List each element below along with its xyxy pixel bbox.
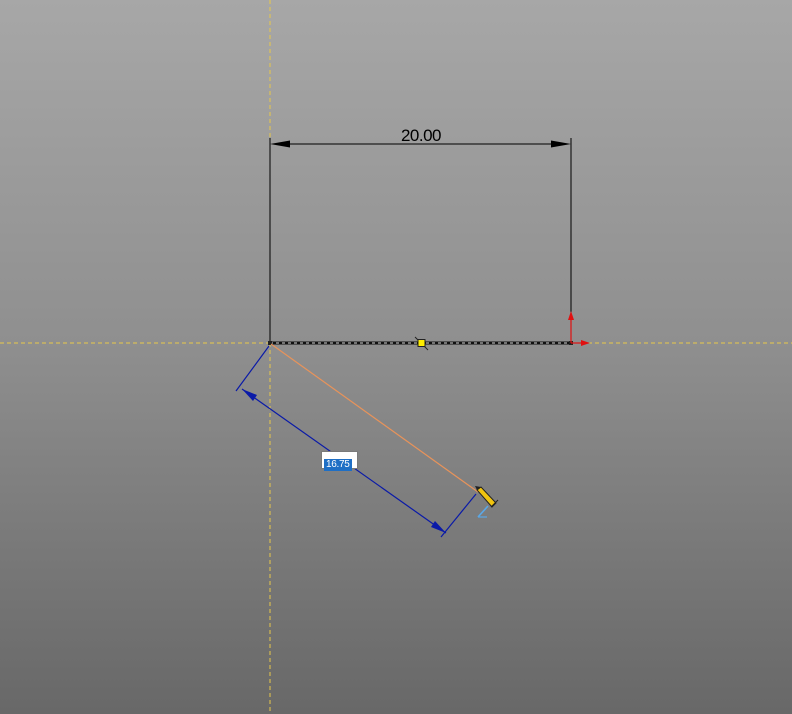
preview-extension-start	[235, 345, 270, 392]
preview-arrow-start	[242, 389, 257, 401]
dimension-arrow-left	[270, 140, 290, 148]
sketch-canvas[interactable]: 20.00	[0, 0, 792, 714]
dimension-input-value[interactable]: 16.75	[324, 459, 352, 471]
dimension-value-label[interactable]: 20.00	[401, 126, 442, 145]
dimension-arrow-right	[551, 140, 571, 148]
preview-arrow-end	[431, 521, 446, 533]
dimension-input-box[interactable]: 16.75	[321, 451, 358, 471]
horizontal-dimension[interactable]: 20.00	[269, 126, 572, 343]
line-tool-cursor-icon	[475, 486, 499, 518]
origin-arrow-icon	[568, 311, 590, 346]
preview-extension-end	[440, 493, 477, 538]
preview-dimension	[235, 345, 477, 538]
preview-line	[270, 343, 479, 493]
